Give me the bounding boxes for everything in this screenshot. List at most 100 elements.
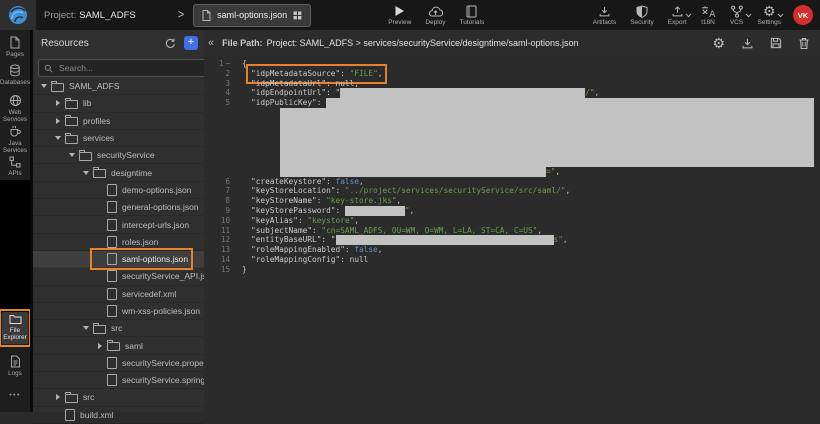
- tab-saml-options[interactable]: saml-options.json: [193, 4, 311, 27]
- tree-row-securityservice[interactable]: securityService: [33, 147, 204, 164]
- code-token: "entityBaseURL": [251, 235, 321, 245]
- grid-icon[interactable]: [293, 11, 302, 20]
- code-token: ,: [397, 196, 402, 206]
- add-resource-button[interactable]: +: [184, 36, 198, 50]
- app-logo-icon: [7, 4, 29, 26]
- top-bar: Project:SAML_ADFS > saml-options.json Pr…: [0, 0, 820, 30]
- collapse-panel-icon[interactable]: «: [208, 37, 214, 49]
- delete-icon[interactable]: [798, 37, 810, 50]
- line-number: [204, 128, 234, 138]
- app-logo[interactable]: [0, 0, 36, 30]
- chevron-right-icon[interactable]: >: [178, 8, 184, 22]
- resources-title: Resources: [41, 38, 165, 49]
- chevron-down-icon[interactable]: [685, 13, 692, 18]
- sidebar-item-file-explorer[interactable]: File Explorer: [2, 312, 28, 344]
- code-token: ,: [563, 235, 568, 245]
- chevron-right-icon[interactable]: [95, 343, 105, 349]
- code-line: 13 "roleMappingEnabled": false,: [204, 245, 820, 255]
- redacted-value: [280, 167, 546, 177]
- code-line: 2 "idpMetadataSource": "FILE",: [204, 69, 820, 79]
- code-token: ,: [537, 226, 542, 236]
- vcs-button[interactable]: VCS: [730, 4, 744, 26]
- redacted-sidebar-area: [0, 180, 30, 313]
- tree-row-wm-xss-policies-json[interactable]: wm-xss-policies.json: [33, 303, 204, 320]
- tree-row-designtime[interactable]: designtime: [33, 164, 204, 181]
- sidebar-item-logs[interactable]: Logs: [0, 355, 30, 377]
- chevron-down-icon[interactable]: [53, 136, 63, 140]
- sidebar-item-java-services[interactable]: Java Services: [0, 125, 30, 154]
- chevron-down-icon[interactable]: [81, 326, 91, 330]
- code-token: :: [345, 245, 354, 255]
- tree-row-profiles[interactable]: profiles: [33, 113, 204, 130]
- tree-row-src[interactable]: src: [33, 320, 204, 337]
- folder-icon: [93, 325, 106, 334]
- tree-row-saml-options-json[interactable]: saml-options.json: [33, 251, 204, 268]
- tree-row-securityservice-properties[interactable]: securityService.properties: [33, 355, 204, 372]
- search-input[interactable]: [57, 62, 202, 74]
- tree-row-general-options-json[interactable]: general-options.json: [33, 199, 204, 216]
- line-number: 9: [204, 206, 234, 216]
- tree-row-servicedef-xml[interactable]: servicedef.xml: [33, 286, 204, 303]
- download-icon[interactable]: [741, 37, 754, 50]
- file-icon: [202, 10, 211, 21]
- save-icon[interactable]: [770, 37, 782, 49]
- chevron-down-icon[interactable]: [39, 84, 49, 88]
- code-token: false: [336, 177, 359, 187]
- tree-row-demo-options-json[interactable]: demo-options.json: [33, 182, 204, 199]
- tree-row-saml-adfs[interactable]: SAML_ADFS: [33, 78, 204, 95]
- file-icon: [107, 305, 117, 317]
- user-avatar[interactable]: VK: [793, 5, 813, 25]
- tree-row-roles-json[interactable]: roles.json: [33, 234, 204, 251]
- chevron-down-icon[interactable]: [67, 153, 77, 157]
- deploy-button[interactable]: Deploy: [425, 4, 445, 26]
- sidebar-item-web-services[interactable]: Web Services: [0, 94, 30, 123]
- tree-row-intercept-urls-json[interactable]: intercept-urls.json: [33, 216, 204, 233]
- chevron-right-icon[interactable]: [53, 100, 63, 106]
- sidebar-item-databases[interactable]: Databases: [0, 64, 30, 86]
- chevron-down-icon[interactable]: [745, 13, 752, 18]
- folder-icon: [65, 100, 78, 109]
- sidebar-overflow-dots[interactable]: •••: [0, 392, 30, 399]
- artifacts-button[interactable]: Artifacts: [593, 4, 616, 26]
- code-line: 12 "entityBaseURL": "s",: [204, 235, 820, 245]
- tree-row-saml[interactable]: saml: [33, 337, 204, 354]
- code-token: "keyStoreLocation": [251, 186, 336, 196]
- chevron-down-icon[interactable]: [777, 13, 784, 18]
- code-token: "roleMappingEnabled": [251, 245, 345, 255]
- fold-marker[interactable]: −: [225, 59, 230, 68]
- code-token: :: [326, 79, 335, 89]
- settings-button[interactable]: ⚙ Settings: [758, 4, 782, 26]
- code-editor[interactable]: 1− { 2 "idpMetadataSource": "FILE", 3 "i…: [204, 56, 820, 412]
- tree-row-securityservice-spring-xml[interactable]: securityService.spring.xml: [33, 372, 204, 389]
- tutorials-icon: [466, 4, 477, 18]
- tree-row-build-xml[interactable]: build.xml: [33, 407, 204, 424]
- sidebar-item-pages[interactable]: Pages: [0, 36, 30, 58]
- refresh-icon[interactable]: [165, 38, 176, 49]
- code-token: "idpPublicKey": [251, 98, 317, 108]
- code-token: :: [312, 226, 321, 236]
- tutorials-button[interactable]: Tutorials: [460, 4, 485, 26]
- tree-row-lib[interactable]: lib: [33, 95, 204, 112]
- sidebar-item-apis[interactable]: APIs: [0, 156, 30, 177]
- tree-row-services[interactable]: services: [33, 130, 204, 147]
- settings-icon[interactable]: ⚙: [712, 36, 725, 50]
- chevron-right-icon[interactable]: [53, 118, 63, 124]
- code-token: "keystore": [307, 216, 354, 226]
- line-number: [204, 108, 234, 118]
- tree-row-src[interactable]: src: [33, 389, 204, 406]
- line-number: [204, 147, 234, 157]
- export-button[interactable]: Export: [668, 4, 687, 26]
- logs-icon: [10, 355, 21, 368]
- code-line: [204, 147, 820, 157]
- code-token: "idpMetadataUrl": [251, 79, 326, 89]
- chevron-right-icon[interactable]: [53, 394, 63, 400]
- tree-row-securityservice-api-json[interactable]: securityService_API.json: [33, 268, 204, 285]
- security-button[interactable]: Security: [630, 4, 653, 26]
- code-token: false: [354, 245, 377, 255]
- i18n-button[interactable]: A I18N: [701, 4, 716, 26]
- search-box: [38, 59, 208, 77]
- line-number: 14: [204, 255, 234, 265]
- chevron-down-icon[interactable]: [81, 171, 91, 175]
- code-token: ,: [555, 167, 560, 177]
- preview-button[interactable]: Preview: [388, 4, 411, 26]
